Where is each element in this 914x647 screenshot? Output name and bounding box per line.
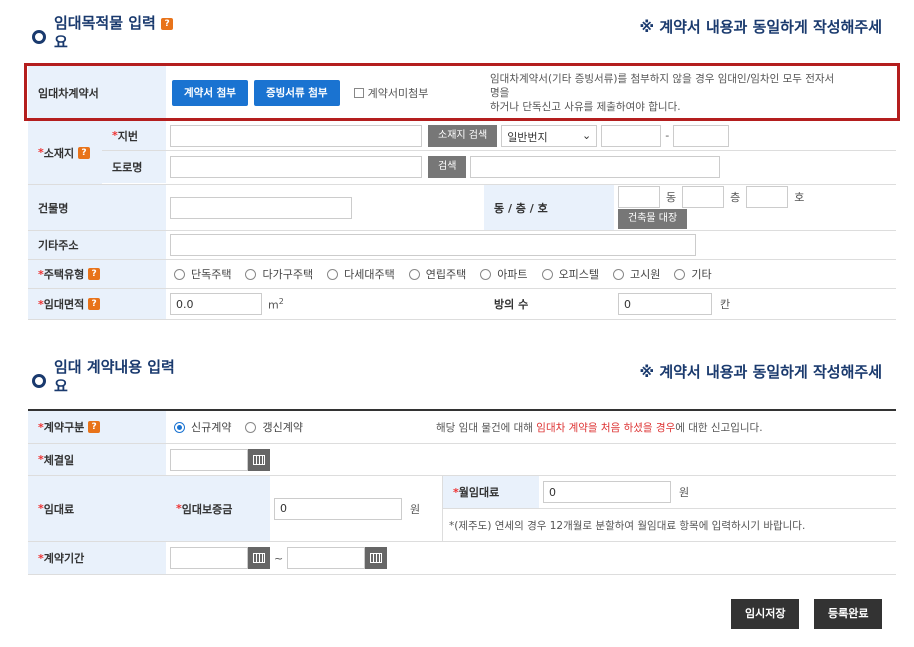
road-label: 도로명 — [102, 151, 166, 183]
help-icon[interactable]: ? — [88, 298, 101, 310]
housing-type-option-label: 다가구주택 — [262, 268, 314, 281]
lot-address-input[interactable] — [170, 124, 422, 147]
lot-main-number-input[interactable] — [601, 124, 662, 147]
calendar-icon[interactable] — [248, 547, 270, 569]
contract-type-options: 신규계약 갱신계약 — [166, 411, 436, 443]
extra-address-label: 기타주소 — [28, 231, 166, 259]
rooms-unit: 칸 — [720, 298, 731, 311]
section2-note: ※ 계약서 내용과 동일하게 작성해주세 — [639, 363, 882, 381]
radio-housing-type[interactable]: 고시원 — [613, 266, 660, 282]
building-label: 건물명 — [28, 185, 166, 230]
radio-housing-type[interactable]: 다세대주택 — [327, 266, 395, 282]
housing-type-option-label: 기타 — [691, 268, 712, 281]
location-label: * 소재지 ? — [28, 121, 102, 184]
area-label: * 임대면적 ? — [28, 289, 166, 319]
bullet-circle-icon — [32, 374, 46, 388]
housing-type-label: * 주택유형 ? — [28, 260, 166, 288]
chevron-down-icon: ⌄ — [581, 128, 592, 142]
road-search-button[interactable]: 검색 — [428, 156, 467, 178]
contract-type-row: * 계약구분 ? 신규계약 갱신계약 해당 임대 물건에 대해 임대차 계약을 처… — [28, 411, 896, 444]
area-row: *임대면적 ? m2 방의 수 칸 — [28, 289, 896, 320]
radio-new-contract[interactable]: 신규계약 — [174, 419, 231, 435]
contract-table: * 계약구분 ? 신규계약 갱신계약 해당 임대 물건에 대해 임대차 계약을 처… — [28, 409, 896, 575]
area-input[interactable] — [170, 293, 262, 315]
building-row: 건물명 동 / 층 / 호 동 층 호 건축물 대장 — [28, 185, 896, 231]
monthly-rent-input[interactable] — [543, 481, 671, 503]
section1-title: 임대목적물 입력 ? 요 — [32, 14, 204, 52]
dong-floor-ho-label: 동 / 층 / 호 — [484, 185, 614, 230]
radio-renewal-contract[interactable]: 갱신계약 — [245, 419, 303, 435]
monthly-rent-label: * 월임대료 — [443, 476, 539, 508]
help-icon[interactable]: ? — [88, 421, 101, 433]
lot-label: * 지번 — [102, 121, 166, 150]
lot-sub-number-input[interactable] — [673, 124, 730, 147]
housing-type-option-label: 다세대주택 — [344, 268, 395, 281]
housing-type-option-label: 고시원 — [630, 268, 661, 281]
section1-note: ※ 계약서 내용과 동일하게 작성해주세 — [639, 18, 882, 36]
rooms-label: 방의 수 — [484, 289, 614, 319]
bullet-circle-icon — [32, 30, 46, 44]
contract-type-desc: 해당 임대 물건에 대해 임대차 계약을 처음 하셨을 경우에 대한 신고입니다… — [436, 421, 763, 434]
temp-save-button[interactable]: 임시저장 — [731, 599, 800, 629]
complete-button[interactable]: 등록완료 — [814, 599, 883, 629]
deposit-label: * 임대보증금 — [166, 476, 270, 541]
radio-housing-type[interactable]: 단독주택 — [174, 266, 231, 282]
road-detail-input[interactable] — [470, 156, 721, 178]
housing-type-option-label: 아파트 — [497, 268, 528, 281]
housing-type-option-label: 단독주택 — [191, 268, 232, 281]
sign-date-input[interactable] — [170, 448, 248, 471]
period-label: * 계약기간 — [28, 542, 166, 574]
extra-address-input[interactable] — [170, 234, 696, 256]
lot-type-select[interactable]: 일반번지 ⌄ — [501, 124, 598, 147]
deposit-input[interactable] — [274, 497, 402, 520]
area-unit: m2 — [268, 296, 284, 312]
location-search-button[interactable]: 소재지 검색 — [428, 124, 498, 147]
rent-label: * 임대료 — [28, 476, 166, 541]
housing-type-options: 단독주택 다가구주택 다세대주택 연립주택 아파트 오피스텔 고시원 기타 — [166, 260, 896, 288]
highlight-box — [24, 63, 900, 121]
rooms-input[interactable] — [618, 293, 712, 315]
building-name-input[interactable] — [170, 196, 352, 219]
help-icon[interactable]: ? — [77, 146, 90, 159]
calendar-icon[interactable] — [365, 547, 388, 569]
housing-type-row: * 주택유형 ? 단독주택 다가구주택 다세대주택 연립주택 아파트 오피스텔 고시원 기타 — [28, 260, 896, 289]
location-row: * 소재지 ? * 지번 소재지 검색 일반번지 ⌄ - 도로명 검색 — [28, 121, 896, 185]
radio-housing-type[interactable]: 다가구주택 — [245, 266, 313, 282]
period-end-input[interactable] — [287, 547, 366, 569]
period-row: * 계약기간 ~ — [28, 542, 896, 575]
housing-type-option-label: 연립주택 — [425, 268, 467, 281]
help-icon[interactable]: ? — [88, 268, 101, 280]
dong-input[interactable] — [618, 186, 660, 208]
radio-housing-type[interactable]: 오피스텔 — [541, 266, 600, 282]
extra-address-row: 기타주소 — [28, 231, 896, 260]
radio-housing-type[interactable]: 연립주택 — [408, 266, 467, 282]
road-address-input[interactable] — [170, 156, 422, 178]
rent-row: *임대료 *임대보증금 원 *월임대료 원 *(제주도) 연세의 경우 12개월… — [28, 476, 896, 542]
housing-type-option-label: 오피스텔 — [558, 268, 600, 281]
monthly-rent-note: *(제주도) 연세의 경우 12개월로 분할하여 월임대료 항목에 입력하시기 … — [449, 519, 806, 532]
calendar-icon[interactable] — [248, 448, 270, 471]
sign-date-label: * 체결일 — [28, 444, 166, 475]
section2-title: 임대 계약내용 입력 요 — [32, 358, 204, 396]
help-icon[interactable]: ? — [161, 17, 174, 30]
building-ledger-button[interactable]: 건축물 대장 — [618, 209, 688, 229]
radio-housing-type[interactable]: 아파트 — [480, 266, 528, 282]
radio-housing-type[interactable]: 기타 — [674, 266, 712, 282]
sign-date-row: * 체결일 — [28, 444, 896, 476]
ho-input[interactable] — [746, 186, 789, 208]
floor-input[interactable] — [682, 186, 725, 208]
contract-type-label: * 계약구분 ? — [28, 411, 166, 443]
period-start-input[interactable] — [170, 547, 248, 569]
